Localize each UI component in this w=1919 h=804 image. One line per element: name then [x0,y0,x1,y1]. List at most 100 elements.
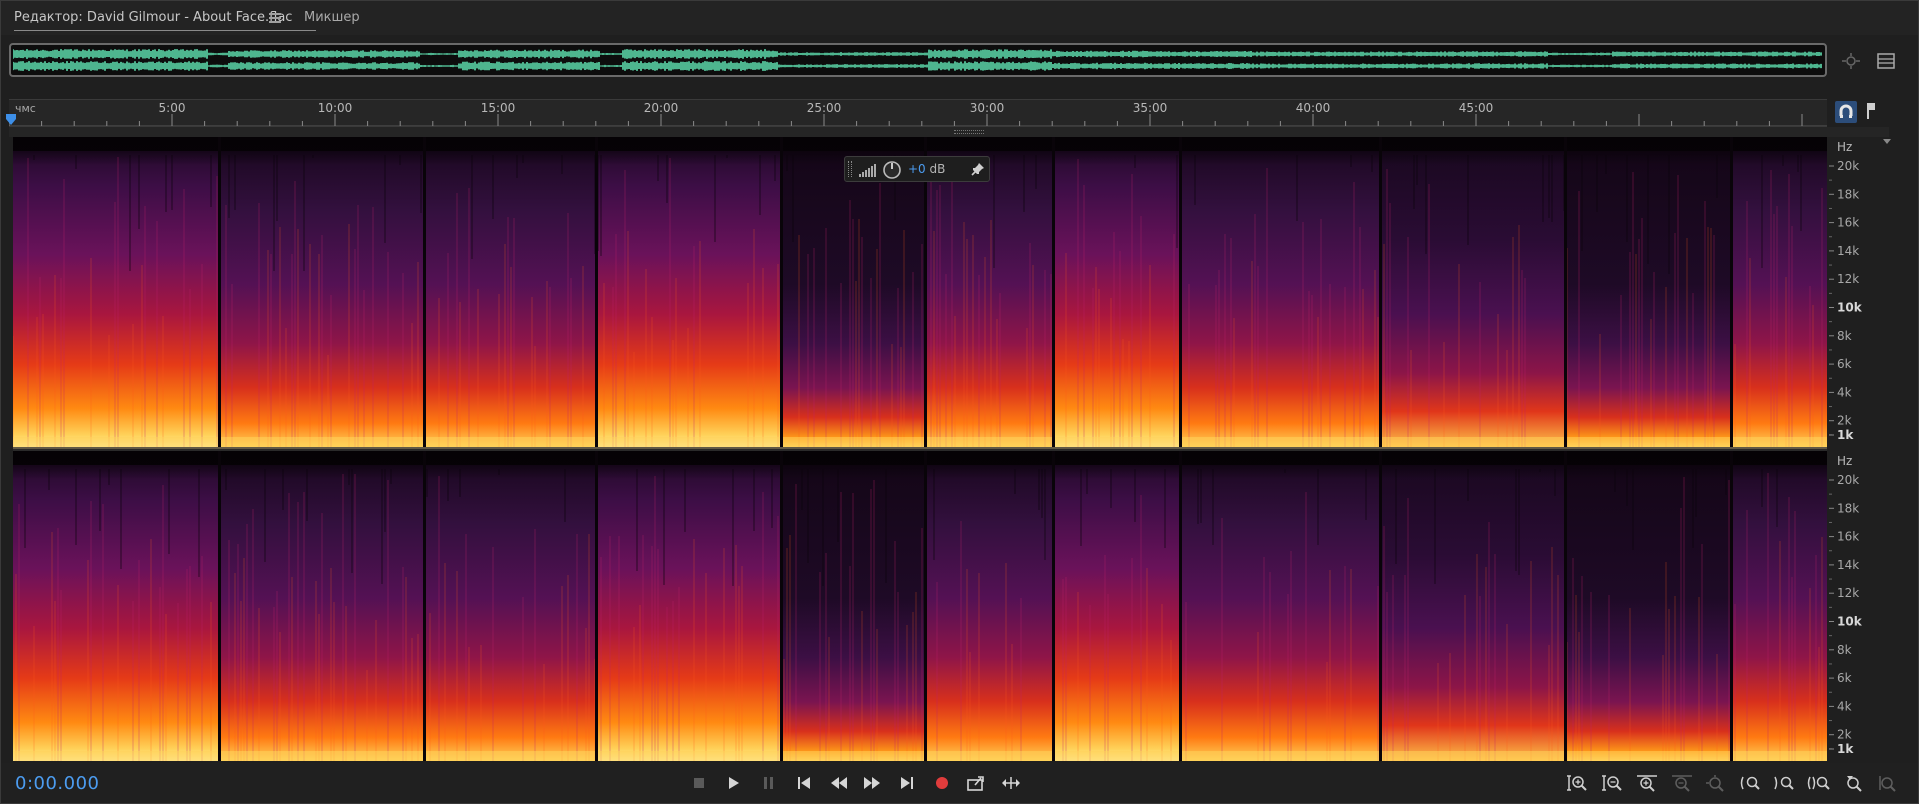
ruler-tick-label: 20:00 [644,101,679,115]
zoom-in-left-icon [1740,776,1760,790]
frequency-tick-label: 6k [1837,671,1852,685]
go-to-end-button[interactable] [894,771,920,795]
frequency-tick-label: 1k [1837,428,1854,442]
tab-editor[interactable]: Редактор: David Gilmour - About Face.fla… [14,10,317,31]
frequency-tick-label: 4k [1837,385,1852,399]
frequency-tick-label: 16k [1837,216,1859,230]
play-icon [729,777,739,789]
zoom-in-right-icon [1774,776,1794,790]
skip-back-icon [798,777,810,789]
frequency-tick-label: 10k [1837,615,1863,629]
frequency-tick-label: 4k [1837,699,1852,713]
fast-forward-icon [864,777,880,789]
frequency-tick-label: 16k [1837,530,1859,544]
ruler-tick-label: 40:00 [1296,101,1331,115]
audio-editor-window: Редактор: David Gilmour - About Face.fla… [0,0,1919,804]
frequency-tick-label: 14k [1837,558,1859,572]
zoom-out-time-button[interactable] [1669,771,1695,795]
frequency-tick-label: 14k [1837,244,1859,258]
zoom-playhead-icon [1847,776,1862,792]
transport-bar: 0:00.000 [1,763,1918,803]
snap-magnet-icon[interactable] [1835,101,1857,123]
ruler-tick-label: 35:00 [1133,101,1168,115]
frequency-tick-label: 2k [1837,414,1852,428]
frequency-unit-label: Hz [1837,454,1852,468]
ruler-unit-label: чмс [15,102,36,115]
output-icon [967,776,984,791]
pin-icon[interactable] [971,162,985,176]
zoom-in-amplitude-button[interactable] [1564,771,1590,795]
frequency-tick-label: 8k [1837,329,1852,343]
stop-icon [694,778,704,788]
spectral-frequency-display[interactable] [13,137,1827,761]
rewind-button[interactable] [826,771,852,795]
zoom-navigator-icon[interactable] [1841,52,1861,70]
fast-forward-button[interactable] [859,771,885,795]
frequency-tick-label: 2k [1837,728,1852,742]
zoom-reset-icon [1879,776,1896,792]
track-resize-handle[interactable] [9,127,1889,137]
ruler-tick-label: 25:00 [807,101,842,115]
frequency-tick-label: 1k [1837,742,1854,756]
frequency-tick-label: 20k [1837,473,1859,487]
pause-icon [764,777,773,789]
zoom-out-time-icon [1672,775,1692,792]
zoom-reset-button[interactable] [1875,771,1901,795]
frequency-tick-label: 8k [1837,643,1852,657]
frequency-unit-label: Hz [1837,140,1852,154]
tab-mixer[interactable]: Микшер [304,10,360,30]
zoom-in-right-button[interactable] [1771,771,1797,795]
go-to-start-button[interactable] [791,771,817,795]
volume-hud[interactable]: +0 dB [844,156,990,182]
timeline-ruler[interactable]: чмс 5:00 10:00 15:00 20:00 25:00 30:00 35:00 40:… [9,99,1827,127]
zoom-in-amplitude-icon [1567,775,1587,791]
zoom-in-time-button[interactable] [1634,771,1660,795]
frequency-tick-label: 12k [1837,272,1859,286]
ruler-tick-label: 15:00 [481,101,516,115]
zoom-selection-icon [1706,775,1724,792]
frequency-tick-label: 20k [1837,159,1859,173]
level-meter-icon [859,164,876,177]
play-button[interactable] [721,771,747,795]
chevron-down-icon[interactable] [1883,129,1891,144]
hud-drag-handle[interactable] [848,161,852,177]
tab-menu-icon[interactable] [269,13,281,25]
view-options-icon[interactable] [1876,52,1896,70]
skip-selection-button[interactable] [998,771,1024,795]
frequency-tick-label: 18k [1837,187,1859,201]
volume-unit: dB [929,162,946,176]
zoom-out-full-icon [1807,776,1830,790]
frequency-tick-label: 12k [1837,586,1859,600]
record-button[interactable] [929,771,955,795]
volume-value: +0 [908,162,926,176]
ruler-tick-label: 10:00 [318,101,353,115]
frequency-tick-label: 10k [1837,301,1863,315]
current-time-display[interactable]: 0:00.000 [15,773,100,794]
record-icon [936,777,948,789]
overview-waveform-graphic [13,49,1822,71]
volume-knob-icon[interactable] [882,160,902,180]
frequency-scale: Hz20k18k16k14k12k10k8k6k4k2k1kHz20k18k16… [1829,140,1863,756]
add-marker-icon[interactable] [1864,101,1878,121]
playhead-marker-icon[interactable] [5,111,17,125]
stop-button[interactable] [686,771,712,795]
rewind-icon [831,777,847,789]
ruler-tick-label: 45:00 [1459,101,1494,115]
zoom-out-amplitude-button[interactable] [1599,771,1625,795]
panel-tabs: Редактор: David Gilmour - About Face.fla… [1,1,1918,35]
frequency-tick-label: 18k [1837,501,1859,515]
zoom-to-selection-button[interactable] [1703,771,1729,795]
zoom-in-left-button[interactable] [1737,771,1763,795]
zoom-in-time-icon [1637,775,1657,792]
skip-forward-icon [901,777,913,789]
zoom-out-amplitude-icon [1602,775,1622,791]
pause-button[interactable] [756,771,782,795]
ruler-tick-label: 5:00 [159,101,186,115]
loop-playback-button[interactable] [963,771,989,795]
frequency-tick-label: 6k [1837,357,1852,371]
zoom-out-full-button[interactable] [1805,771,1831,795]
skip-selection-icon [1002,777,1020,789]
ruler-tick-label: 30:00 [970,101,1005,115]
waveform-overview[interactable] [9,43,1827,77]
zoom-to-playhead-button[interactable] [1841,771,1867,795]
